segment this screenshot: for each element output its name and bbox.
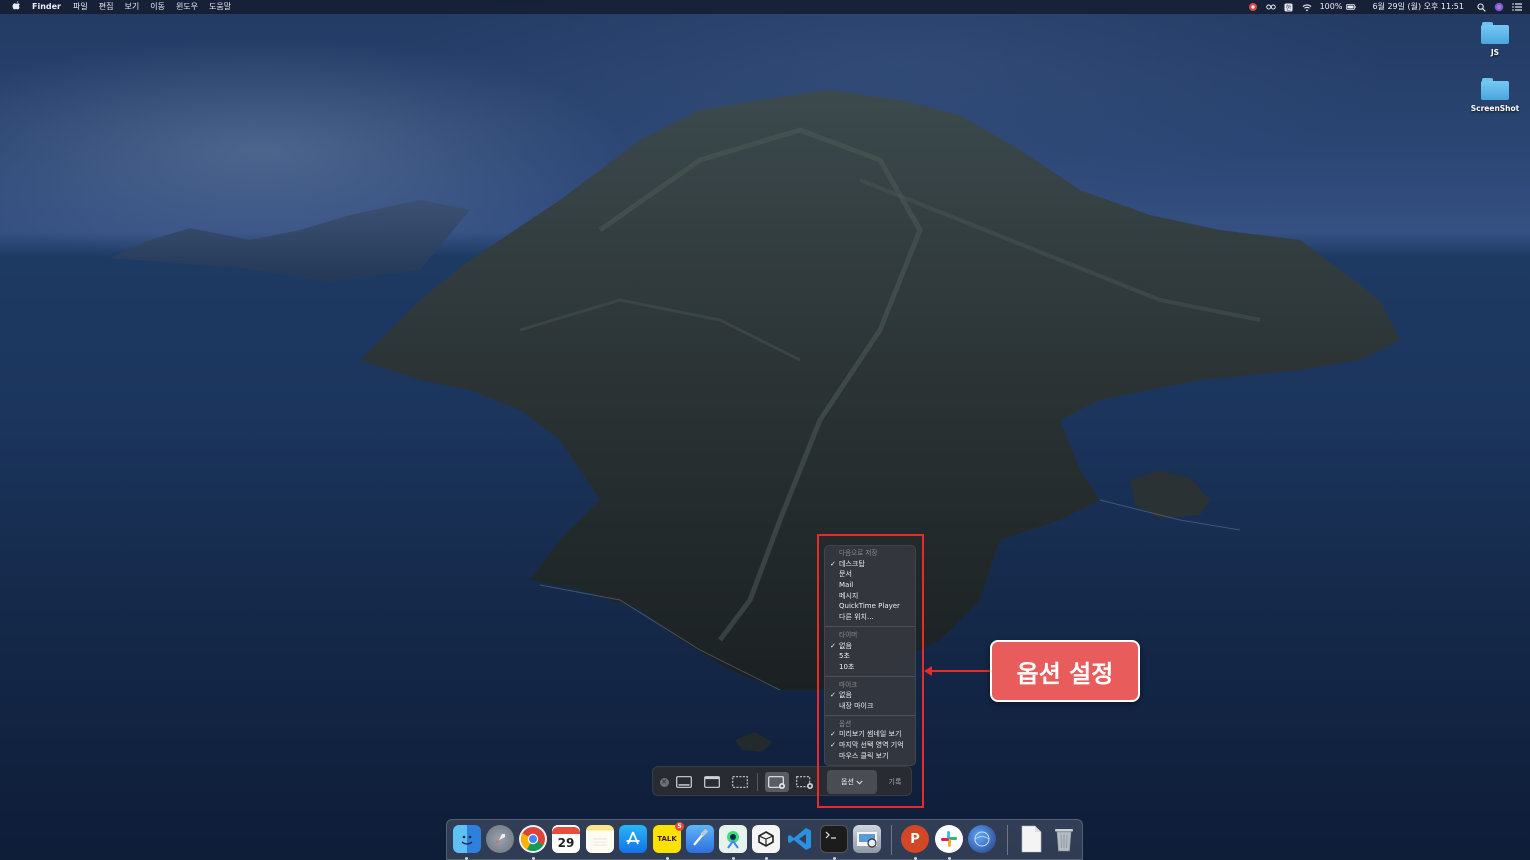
capture-window-icon — [704, 776, 720, 788]
terminal-app-icon[interactable] — [820, 825, 848, 853]
catalina-island-illustration — [110, 90, 1400, 752]
highlight-box — [817, 534, 924, 808]
capture-screen-icon — [676, 776, 692, 788]
finder-app-icon[interactable] — [453, 825, 481, 853]
notification-badge: 5 — [675, 822, 684, 831]
kakaotalk-app-icon[interactable]: TALK 5 — [653, 822, 684, 853]
chrome-app-icon[interactable] — [519, 825, 547, 853]
xcode-app-icon[interactable] — [686, 825, 714, 853]
notification-center-icon[interactable] — [1512, 2, 1522, 12]
siri-icon[interactable] — [1494, 2, 1504, 12]
dock-separator — [891, 825, 892, 855]
record-selected-portion-button[interactable] — [795, 774, 815, 790]
record-screen-icon — [768, 775, 785, 789]
kakaotalk-label: TALK — [657, 835, 677, 843]
menu-edit[interactable]: 편집 — [99, 0, 114, 14]
preview-app-icon[interactable] — [853, 825, 881, 853]
vscode-app-icon[interactable] — [786, 825, 814, 853]
close-toolbar-button[interactable]: ✕ — [658, 774, 670, 790]
capture-entire-screen-button[interactable] — [675, 774, 693, 790]
desktop-folder-js[interactable]: JS — [1465, 22, 1525, 57]
browser-app-icon[interactable] — [968, 825, 996, 853]
app-store-icon[interactable] — [619, 825, 647, 853]
powerpoint-app-icon[interactable]: P — [901, 825, 929, 853]
powerpoint-label: P — [910, 831, 920, 847]
status-area: 한 100% 6월 29일 (월) 오후 11:51 — [1248, 0, 1530, 14]
folder-icon — [1481, 22, 1509, 44]
menu-file[interactable]: 파일 — [73, 0, 88, 14]
toolbar-divider — [757, 773, 758, 791]
desktop-icon-label: JS — [1490, 48, 1500, 57]
unity-app-icon[interactable] — [752, 825, 780, 853]
android-studio-app-icon[interactable] — [719, 825, 747, 853]
documents-stack-icon[interactable] — [1017, 825, 1045, 853]
launchpad-app-icon[interactable] — [486, 825, 514, 853]
capture-selection-icon — [732, 776, 748, 788]
dock-separator — [1007, 825, 1008, 855]
capture-selected-portion-button[interactable] — [731, 774, 749, 790]
capture-selected-window-button[interactable] — [703, 774, 721, 790]
menu-go[interactable]: 이동 — [150, 0, 165, 14]
menu-window[interactable]: 윈도우 — [176, 0, 198, 14]
svg-text:한: 한 — [1286, 5, 1292, 12]
wifi-icon[interactable] — [1302, 2, 1312, 12]
input-method-icon[interactable]: 한 — [1284, 2, 1294, 12]
app-name-finder[interactable]: Finder — [32, 0, 61, 14]
menu-bar: Finder 파일 편집 보기 이동 윈도우 도움말 한 100% 6월 29일… — [0, 0, 1530, 14]
notes-app-icon[interactable] — [586, 825, 614, 853]
slack-app-icon[interactable] — [935, 825, 963, 853]
apple-logo-icon[interactable] — [12, 0, 24, 15]
battery-icon[interactable] — [1346, 2, 1357, 12]
record-selection-icon — [796, 775, 813, 789]
calendar-app-icon[interactable]: 29 — [552, 825, 580, 853]
desktop-wallpaper — [0, 0, 1530, 860]
callout-line — [930, 670, 992, 672]
desktop-folder-screenshot[interactable]: ScreenShot — [1465, 78, 1525, 113]
folder-icon — [1481, 78, 1509, 100]
record-entire-screen-button[interactable] — [765, 772, 789, 792]
glasses-icon[interactable] — [1265, 2, 1276, 12]
dock: 29 TALK 5 P — [446, 819, 1083, 860]
annotation-callout-label: 옵션 설정 — [990, 640, 1140, 702]
battery-percentage: 100% — [1319, 2, 1343, 11]
trash-icon[interactable] — [1050, 825, 1078, 853]
spotlight-search-icon[interactable] — [1476, 2, 1486, 12]
close-icon: ✕ — [659, 777, 669, 787]
app-status-icon[interactable] — [1248, 2, 1258, 12]
desktop-icon-label: ScreenShot — [1470, 104, 1520, 113]
menu-clock[interactable]: 6월 29일 (월) 오후 11:51 — [1372, 0, 1464, 14]
menu-view[interactable]: 보기 — [124, 0, 139, 14]
menu-help[interactable]: 도움말 — [209, 0, 231, 14]
calendar-day: 29 — [557, 835, 575, 850]
